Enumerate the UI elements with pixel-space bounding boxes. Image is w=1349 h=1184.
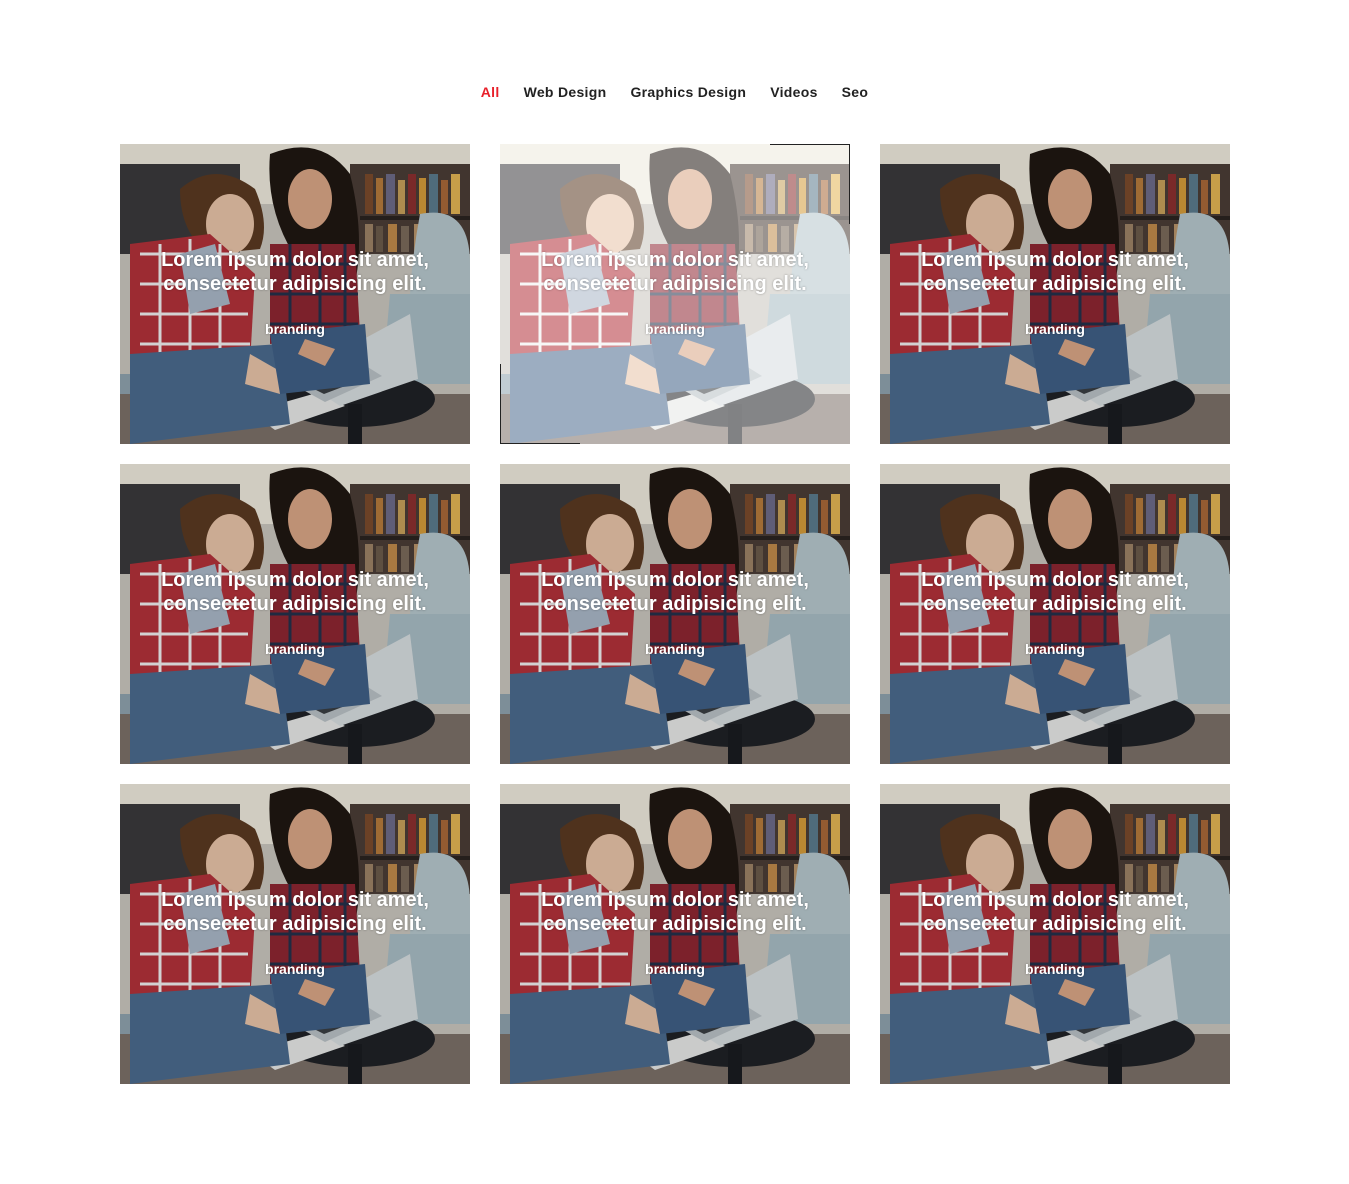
filter-tab-graphics-design[interactable]: Graphics Design (618, 83, 758, 101)
portfolio-category-tag: branding (265, 961, 325, 977)
hover-frame-top (770, 144, 850, 145)
portfolio-item[interactable]: Lorem ipsum dolor sit amet, consectetur … (880, 784, 1230, 1084)
portfolio-item[interactable]: Lorem ipsum dolor sit amet, consectetur … (500, 784, 850, 1084)
portfolio-item[interactable]: Lorem ipsum dolor sit amet, consectetur … (120, 784, 470, 1084)
portfolio-item[interactable]: Lorem ipsum dolor sit amet, consectetur … (880, 144, 1230, 444)
caption-line-1: Lorem ipsum dolor sit amet, (921, 889, 1189, 911)
portfolio-item[interactable]: Lorem ipsum dolor sit amet, consectetur … (120, 464, 470, 764)
portfolio-grid: Lorem ipsum dolor sit amet, consectetur … (120, 144, 1230, 1084)
portfolio-caption: Lorem ipsum dolor sit amet, consectetur … (880, 568, 1230, 616)
caption-line-2: consectetur adipisicing elit. (923, 913, 1187, 935)
caption-line-1: Lorem ipsum dolor sit amet, (161, 889, 429, 911)
portfolio-category-tag: branding (645, 321, 705, 337)
caption-line-2: consectetur adipisicing elit. (923, 593, 1187, 615)
portfolio-filter-nav: All Web Design Graphics Design Videos Se… (0, 83, 1349, 101)
portfolio-category-tag: branding (645, 961, 705, 977)
portfolio-item[interactable]: Lorem ipsum dolor sit amet, consectetur … (120, 144, 470, 444)
portfolio-caption: Lorem ipsum dolor sit amet, consectetur … (500, 248, 850, 296)
portfolio-caption: Lorem ipsum dolor sit amet, consectetur … (120, 568, 470, 616)
portfolio-item[interactable]: Lorem ipsum dolor sit amet, consectetur … (500, 464, 850, 764)
caption-line-1: Lorem ipsum dolor sit amet, (161, 569, 429, 591)
caption-line-1: Lorem ipsum dolor sit amet, (541, 889, 809, 911)
caption-line-2: consectetur adipisicing elit. (543, 273, 807, 295)
hover-frame-right (849, 144, 850, 224)
caption-line-1: Lorem ipsum dolor sit amet, (921, 569, 1189, 591)
portfolio-category-tag: branding (1025, 961, 1085, 977)
caption-line-2: consectetur adipisicing elit. (163, 913, 427, 935)
caption-line-1: Lorem ipsum dolor sit amet, (161, 249, 429, 271)
caption-line-1: Lorem ipsum dolor sit amet, (541, 569, 809, 591)
caption-line-1: Lorem ipsum dolor sit amet, (921, 249, 1189, 271)
portfolio-item[interactable]: Lorem ipsum dolor sit amet, consectetur … (500, 144, 850, 444)
hover-frame-left (500, 364, 501, 444)
portfolio-category-tag: branding (645, 641, 705, 657)
portfolio-category-tag: branding (1025, 641, 1085, 657)
filter-tab-seo[interactable]: Seo (830, 83, 881, 101)
portfolio-caption: Lorem ipsum dolor sit amet, consectetur … (880, 888, 1230, 936)
caption-line-2: consectetur adipisicing elit. (163, 593, 427, 615)
filter-tab-all[interactable]: All (469, 83, 512, 101)
portfolio-caption: Lorem ipsum dolor sit amet, consectetur … (880, 248, 1230, 296)
caption-line-2: consectetur adipisicing elit. (923, 273, 1187, 295)
filter-tab-web-design[interactable]: Web Design (512, 83, 619, 101)
filter-tab-videos[interactable]: Videos (758, 83, 829, 101)
hover-frame-bottom (500, 443, 580, 444)
portfolio-caption: Lorem ipsum dolor sit amet, consectetur … (120, 248, 470, 296)
caption-line-1: Lorem ipsum dolor sit amet, (541, 249, 809, 271)
portfolio-caption: Lorem ipsum dolor sit amet, consectetur … (500, 568, 850, 616)
portfolio-category-tag: branding (265, 641, 325, 657)
portfolio-caption: Lorem ipsum dolor sit amet, consectetur … (120, 888, 470, 936)
portfolio-item[interactable]: Lorem ipsum dolor sit amet, consectetur … (880, 464, 1230, 764)
caption-line-2: consectetur adipisicing elit. (543, 593, 807, 615)
portfolio-caption: Lorem ipsum dolor sit amet, consectetur … (500, 888, 850, 936)
portfolio-category-tag: branding (265, 321, 325, 337)
caption-line-2: consectetur adipisicing elit. (163, 273, 427, 295)
portfolio-category-tag: branding (1025, 321, 1085, 337)
caption-line-2: consectetur adipisicing elit. (543, 913, 807, 935)
